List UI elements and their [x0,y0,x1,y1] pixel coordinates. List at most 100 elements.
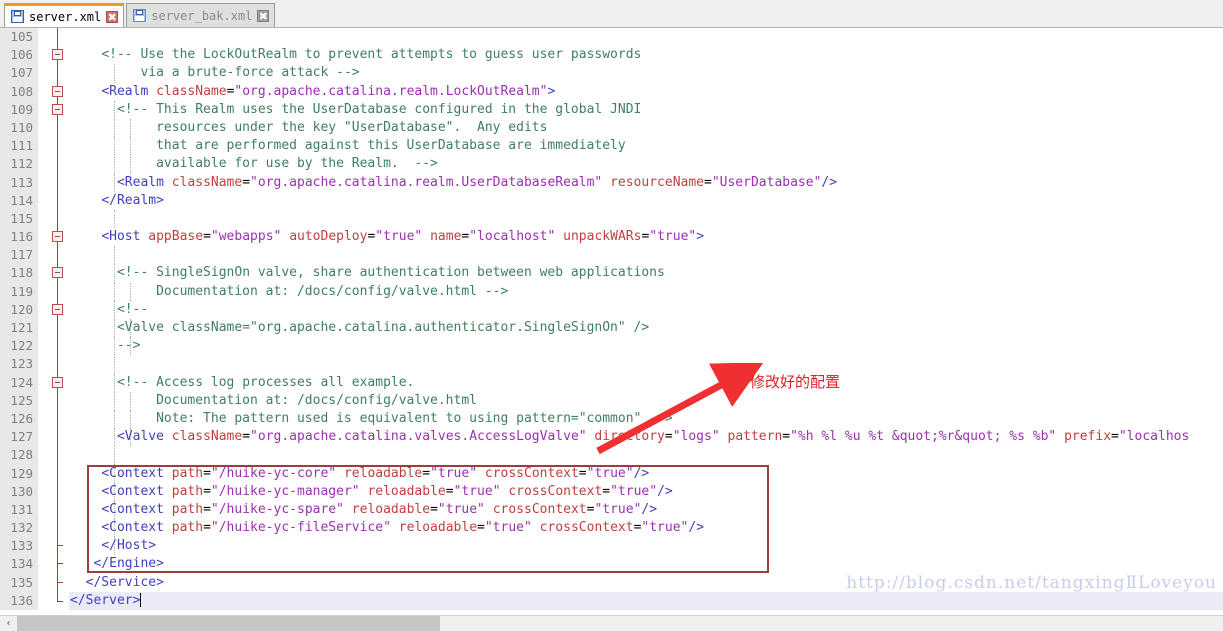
code-line[interactable]: 136 </Server> [0,591,1223,610]
fold-gutter[interactable] [43,46,69,65]
fold-gutter[interactable] [43,264,69,283]
tab-server-xml[interactable]: server.xml ✖ [4,3,125,27]
tab-label: server.xml [29,9,102,24]
fold-gutter[interactable] [43,573,69,592]
scroll-left-arrow-icon[interactable]: ‹ [0,616,17,631]
fold-gutter[interactable] [43,537,69,556]
fold-gutter[interactable] [43,519,69,538]
fold-gutter[interactable] [43,64,69,83]
fold-gutter[interactable] [43,337,69,356]
fold-gutter[interactable] [43,191,69,210]
line-number: 132 [0,519,38,538]
code-line[interactable]: 107 via a brute-force attack --> [0,64,1223,83]
line-number: 120 [0,300,38,319]
fold-collapse-icon[interactable] [52,231,63,243]
code-editor[interactable]: 105 106 <!-- Use the LockOutRealm to prev… [0,28,1223,615]
fold-gutter[interactable] [43,173,69,192]
code-text: </Host> [101,538,157,554]
fold-gutter[interactable] [43,446,69,465]
code-line[interactable]: 120 <!-- [0,300,1223,319]
fold-gutter[interactable] [43,246,69,265]
fold-gutter[interactable] [43,591,69,610]
code-line[interactable]: 108 <Realm className="org.apache.catalin… [0,82,1223,101]
code-line[interactable]: 109 <!-- This Realm uses the UserDatabas… [0,100,1223,119]
fold-collapse-icon[interactable] [52,49,63,61]
fold-gutter[interactable] [43,355,69,374]
fold-collapse-icon[interactable] [52,267,63,279]
code-text: <!-- Access log processes all example. [116,374,415,390]
code-line[interactable]: 132 <Context path="/huike-yc-fileService… [0,519,1223,538]
code-line[interactable]: 134 </Engine> [0,555,1223,574]
code-line[interactable]: 126 Note: The pattern used is equivalent… [0,409,1223,429]
code-line[interactable]: 105 [0,28,1223,47]
code-line[interactable]: 130 <Context path="/huike-yc-manager" re… [0,482,1223,501]
code-line[interactable]: 115 [0,209,1223,229]
code-line[interactable]: 133 </Host> [0,537,1223,556]
code-line[interactable]: 106 <!-- Use the LockOutRealm to prevent… [0,46,1223,65]
fold-collapse-icon[interactable] [52,376,63,388]
code-line[interactable]: 135 </Service> [0,573,1223,592]
code-line[interactable]: 114 </Realm> [0,191,1223,210]
close-icon[interactable]: ✖ [257,9,270,22]
fold-gutter[interactable] [43,137,69,156]
floppy-disk-icon [11,10,24,23]
code-line[interactable]: 112 available for use by the Realm. --> [0,155,1223,174]
fold-guide-line [57,337,58,356]
code-text: </Realm> [101,192,164,208]
fold-gutter[interactable] [43,373,69,392]
fold-gutter[interactable] [43,555,69,574]
line-number: 135 [0,573,38,592]
code-line[interactable]: 128 [0,446,1223,465]
code-line[interactable]: 125 Documentation at: /docs/config/valve… [0,391,1223,410]
code-line[interactable]: 116 <Host appBase="webapps" autoDeploy="… [0,228,1223,247]
fold-gutter[interactable] [43,118,69,138]
fold-gutter[interactable] [43,282,69,301]
fold-collapse-icon[interactable] [52,303,63,315]
tab-server-bak-xml[interactable]: server_bak.xml ✖ [126,3,276,27]
scrollbar-thumb[interactable] [17,616,440,631]
code-line[interactable]: 117 [0,246,1223,265]
line-number: 118 [0,264,38,283]
fold-gutter[interactable] [43,319,69,338]
fold-guide-line [57,391,58,410]
fold-collapse-icon[interactable] [52,103,63,115]
code-line[interactable]: 124 <!-- Access log processes all exampl… [0,373,1223,392]
code-line[interactable]: 127 <Valve className="org.apache.catalin… [0,428,1223,447]
fold-gutter[interactable] [43,28,69,47]
fold-gutter[interactable] [43,428,69,447]
fold-gutter[interactable] [43,464,69,483]
line-number: 116 [0,228,38,247]
fold-gutter[interactable] [43,228,69,247]
code-line[interactable]: 122 --> [0,337,1223,356]
text-caret [140,592,142,607]
fold-gutter[interactable] [43,209,69,229]
code-line[interactable]: 118 <!-- SingleSignOn valve, share authe… [0,264,1223,283]
fold-gutter[interactable] [43,300,69,319]
fold-gutter[interactable] [43,155,69,174]
horizontal-scrollbar[interactable]: ‹ [0,615,1223,631]
scrollbar-track[interactable] [17,616,1223,631]
fold-gutter[interactable] [43,100,69,119]
close-icon[interactable]: ✖ [106,10,119,23]
code-lines-container[interactable]: 105 106 <!-- Use the LockOutRealm to prev… [0,28,1223,615]
fold-gutter[interactable] [43,409,69,429]
fold-collapse-icon[interactable] [52,85,63,97]
line-number: 131 [0,500,38,520]
code-line[interactable]: 110 resources under the key "UserDatabas… [0,118,1223,138]
code-line[interactable]: 121 <Valve className="org.apache.catalin… [0,319,1223,338]
code-line[interactable]: 119 Documentation at: /docs/config/valve… [0,282,1223,301]
fold-gutter[interactable] [43,82,69,101]
code-line[interactable]: 111 that are performed against this User… [0,137,1223,156]
code-text: Note: The pattern used is equivalent to … [156,410,673,426]
fold-gutter[interactable] [43,500,69,520]
fold-guide-tick [57,563,63,565]
fold-gutter[interactable] [43,391,69,410]
line-number: 124 [0,373,38,392]
fold-guide-line [57,319,58,338]
fold-gutter[interactable] [43,482,69,501]
code-line[interactable]: 123 [0,355,1223,374]
fold-guide-line [57,209,58,229]
code-line[interactable]: 129 <Context path="/huike-yc-core" reloa… [0,464,1223,483]
code-line[interactable]: 113 <Realm className="org.apache.catalin… [0,173,1223,192]
code-line[interactable]: 131 <Context path="/huike-yc-spare" relo… [0,500,1223,520]
